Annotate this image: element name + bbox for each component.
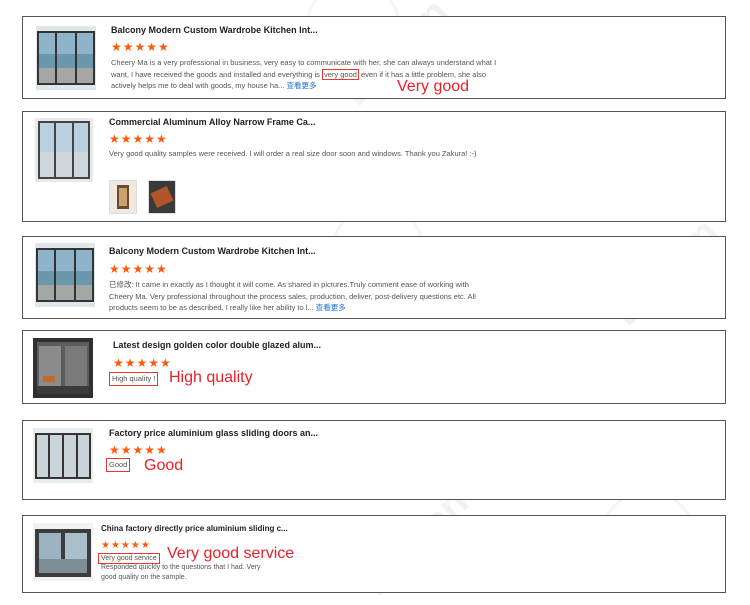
product-title[interactable]: Balcony Modern Custom Wardrobe Kitchen I… [111,25,318,35]
highlighted-phrase: Good [106,458,131,472]
product-title[interactable]: Commercial Aluminum Alloy Narrow Frame C… [109,117,315,127]
product-thumbnail[interactable] [35,118,93,182]
highlighted-phrase: very good [321,68,359,80]
product-thumbnail[interactable] [33,523,93,581]
rating-stars: ★★★★★ [109,262,168,276]
annotation-label: Very good [397,78,470,95]
product-title[interactable]: Latest design golden color double glazed… [113,340,321,350]
product-thumbnail[interactable] [36,26,96,90]
highlighted-phrase: High quality ! [109,372,159,386]
see-more-link[interactable]: 查看更多 [287,81,317,90]
annotation-label: Good [144,457,184,474]
product-title[interactable]: Factory price aluminium glass sliding do… [109,428,318,438]
annotation-label: Very good service [167,545,295,562]
review-card: Latest design golden color double glazed… [22,330,726,404]
product-thumbnail[interactable] [35,243,95,307]
review-photo[interactable] [148,180,176,214]
rating-stars: ★★★★★ [113,356,172,370]
review-card: Commercial Aluminum Alloy Narrow Frame C… [22,111,726,222]
review-photo[interactable] [109,180,137,214]
rating-stars: ★★★★★ [109,132,168,146]
review-text: Very good quality samples were received.… [109,149,477,158]
product-title[interactable]: Balcony Modern Custom Wardrobe Kitchen I… [109,246,316,256]
product-thumbnail[interactable] [33,338,93,398]
see-more-link[interactable]: 查看更多 [316,303,346,312]
annotation-label: High quality [169,369,253,386]
review-card: China factory directly price aluminium s… [22,515,726,593]
rating-stars: ★★★★★ [101,540,151,551]
rating-stars: ★★★★★ [111,40,170,54]
review-card: Balcony Modern Custom Wardrobe Kitchen I… [22,236,726,319]
product-thumbnail[interactable] [33,428,93,483]
review-card: Factory price aluminium glass sliding do… [22,420,726,500]
rating-stars: ★★★★★ [109,443,168,457]
review-card: Balcony Modern Custom Wardrobe Kitchen I… [22,16,726,99]
product-title[interactable]: China factory directly price aluminium s… [101,524,288,533]
review-text: Responded quickly to the questions that … [101,564,261,581]
review-text: 已修改: It came in exactly as I thought it … [109,280,476,312]
